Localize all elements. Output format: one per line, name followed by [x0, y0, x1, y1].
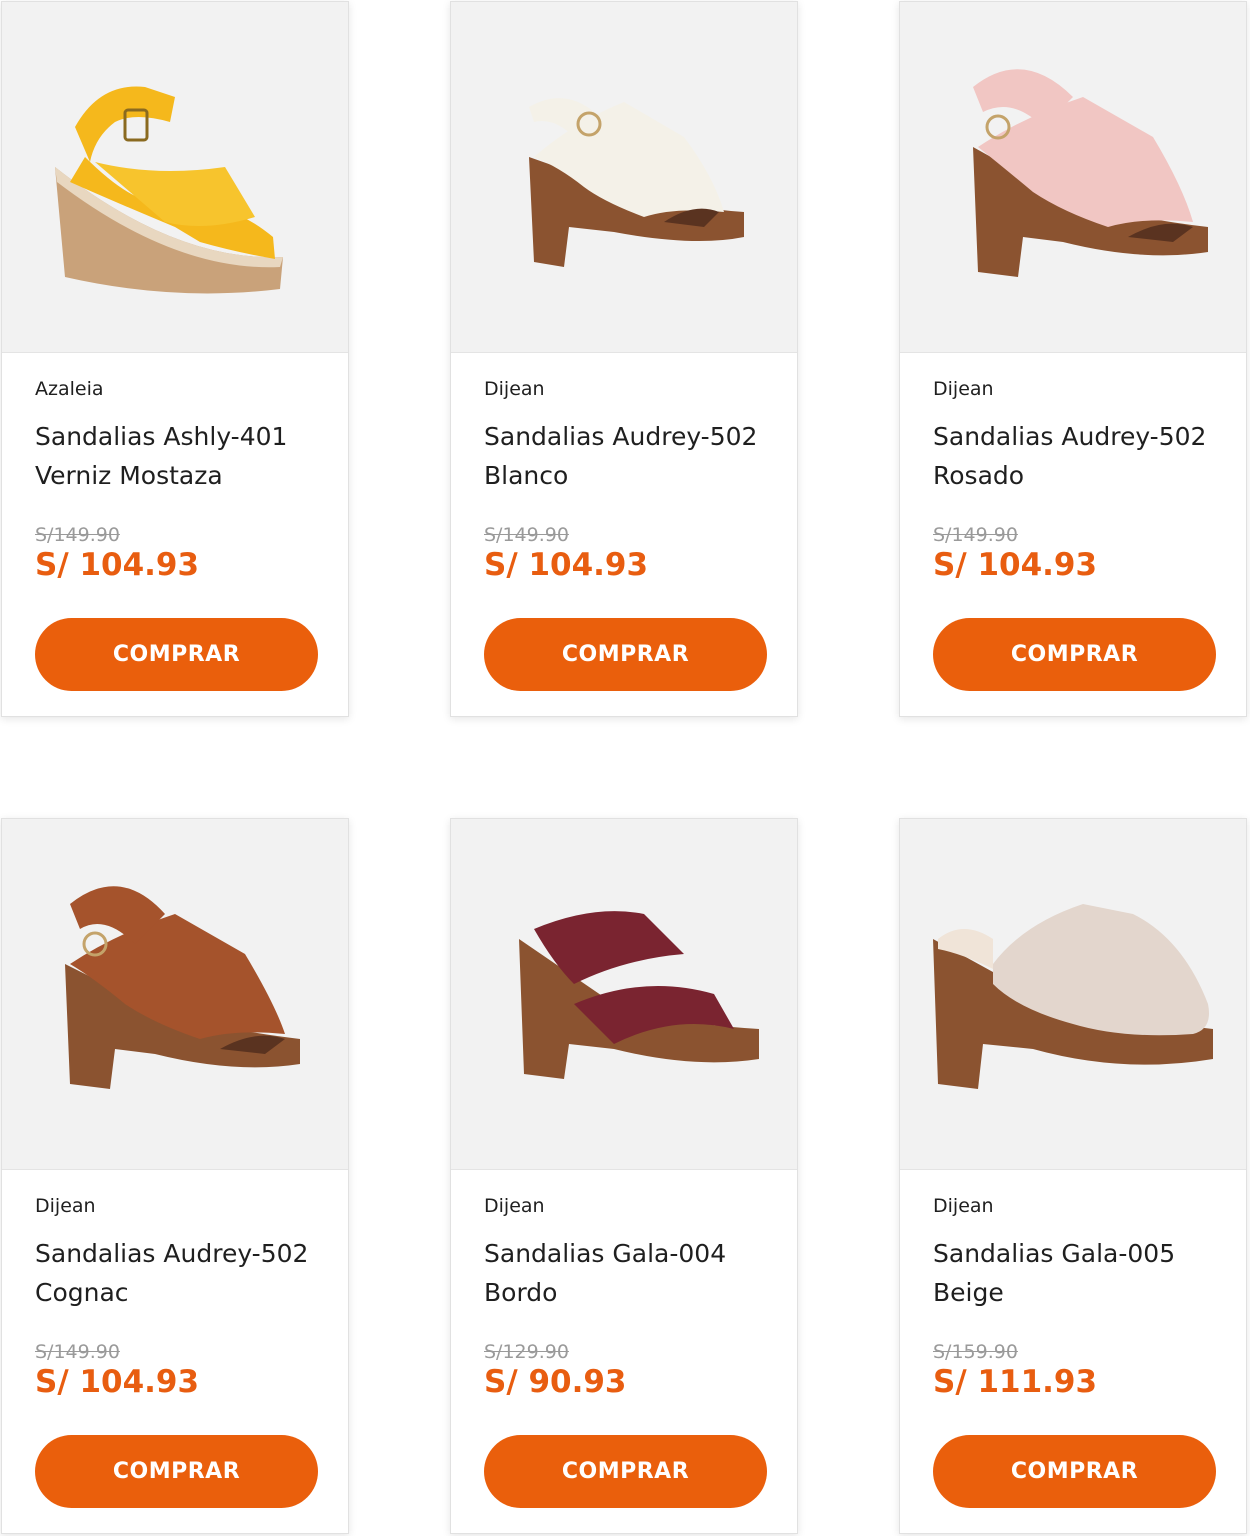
pink-clog-sandal-image — [973, 69, 1208, 277]
product-old-price: S/149.90 — [484, 524, 569, 546]
product-brand: Dijean — [484, 378, 545, 400]
product-brand: Dijean — [933, 1195, 994, 1217]
product-price: S/ 104.93 — [35, 1364, 200, 1400]
product-card[interactable]: Dijean Sandalias Gala-005 Beige S/159.90… — [899, 818, 1247, 1534]
beige-mule-clog-image — [933, 904, 1213, 1089]
product-card[interactable]: Dijean Sandalias Gala-004 Bordo S/129.90… — [450, 818, 798, 1534]
buy-button[interactable]: COMPRAR — [484, 1435, 767, 1508]
buy-button[interactable]: COMPRAR — [35, 618, 318, 691]
product-card[interactable]: Dijean Sandalias Audrey-502 Rosado S/149… — [899, 1, 1247, 717]
product-image[interactable] — [2, 819, 348, 1170]
product-old-price: S/129.90 — [484, 1341, 569, 1363]
product-price: S/ 104.93 — [35, 547, 200, 583]
product-name[interactable]: Sandalias Gala-005 Beige — [933, 1234, 1233, 1312]
product-price: S/ 90.93 — [484, 1364, 627, 1400]
product-price: S/ 111.93 — [933, 1364, 1098, 1400]
white-clog-sandal-image — [529, 98, 744, 267]
product-name[interactable]: Sandalias Audrey-502 Rosado — [933, 417, 1233, 495]
product-brand: Dijean — [35, 1195, 96, 1217]
yellow-wedge-sandal-image — [55, 86, 283, 294]
product-old-price: S/159.90 — [933, 1341, 1018, 1363]
product-old-price: S/149.90 — [35, 1341, 120, 1363]
product-card[interactable]: Azaleia Sandalias Ashly-401 Verniz Mosta… — [1, 1, 349, 717]
product-name[interactable]: Sandalias Ashly-401 Verniz Mostaza — [35, 417, 335, 495]
product-brand: Dijean — [933, 378, 994, 400]
product-image[interactable] — [2, 2, 348, 353]
buy-button[interactable]: COMPRAR — [35, 1435, 318, 1508]
product-name[interactable]: Sandalias Audrey-502 Cognac — [35, 1234, 335, 1312]
product-price: S/ 104.93 — [484, 547, 649, 583]
product-card[interactable]: Dijean Sandalias Audrey-502 Blanco S/149… — [450, 1, 798, 717]
cognac-clog-sandal-image — [65, 886, 300, 1089]
product-image[interactable] — [451, 819, 797, 1170]
buy-button[interactable]: COMPRAR — [933, 1435, 1216, 1508]
product-image[interactable] — [451, 2, 797, 353]
product-image[interactable] — [900, 819, 1246, 1170]
product-image[interactable] — [900, 2, 1246, 353]
product-price: S/ 104.93 — [933, 547, 1098, 583]
product-name[interactable]: Sandalias Audrey-502 Blanco — [484, 417, 784, 495]
bordo-two-strap-sandal-image — [519, 911, 759, 1079]
product-brand: Azaleia — [35, 378, 104, 400]
product-old-price: S/149.90 — [933, 524, 1018, 546]
product-name[interactable]: Sandalias Gala-004 Bordo — [484, 1234, 784, 1312]
product-card[interactable]: Dijean Sandalias Audrey-502 Cognac S/149… — [1, 818, 349, 1534]
product-old-price: S/149.90 — [35, 524, 120, 546]
product-brand: Dijean — [484, 1195, 545, 1217]
buy-button[interactable]: COMPRAR — [933, 618, 1216, 691]
buy-button[interactable]: COMPRAR — [484, 618, 767, 691]
